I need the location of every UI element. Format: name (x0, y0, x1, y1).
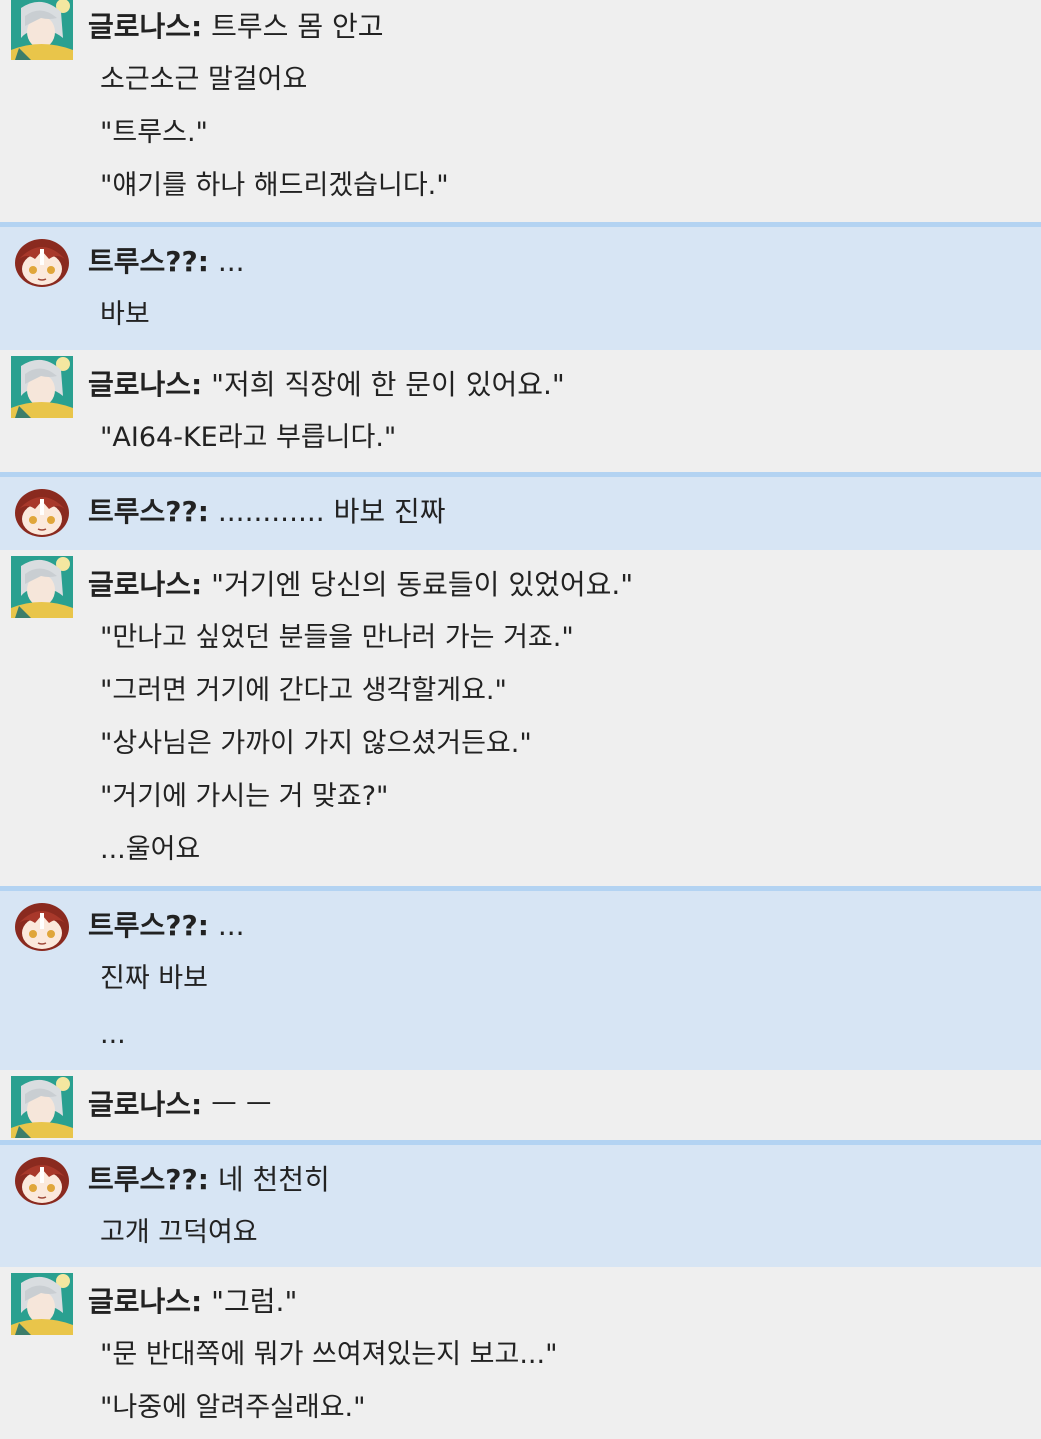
truth-avatar-icon (15, 1157, 69, 1205)
glonas-avatar-icon (11, 556, 73, 618)
speaker-name: 트루스?? (88, 1163, 198, 1196)
message-line: "AI64-KE라고 부릅니다." (100, 422, 397, 453)
message-line: 소근소근 말걸어요 (100, 64, 308, 95)
truth-avatar (13, 487, 71, 539)
speaker-colon: : (197, 245, 209, 278)
glonas-avatar-icon (11, 1076, 73, 1138)
message-glonas: 글로나스: "거기엔 당신의 동료들이 있었어요." "만나고 싶었던 분들을 … (0, 550, 1041, 886)
truth-avatar (13, 901, 71, 953)
speaker-name: 글로나스 (88, 368, 192, 401)
glonas-avatar (11, 556, 73, 618)
speaker-name: 글로나스 (88, 10, 192, 43)
truth-avatar-icon (15, 903, 69, 951)
speaker-colon: : (191, 1285, 203, 1318)
speaker-colon: : (191, 368, 203, 401)
message-line: "거기에 가시는 거 맞죠?" (100, 781, 389, 812)
glonas-avatar-icon (11, 0, 73, 60)
message-first-text: ............ 바보 진짜 (217, 495, 446, 528)
message-first-text: ... (217, 909, 245, 942)
message-line: "상사님은 가까이 가지 않으셨거든요." (100, 728, 532, 759)
glonas-avatar-icon (11, 1273, 73, 1335)
message-glonas: 글로나스: "그럼." "문 반대쪽에 뭐가 쓰여져있는지 보고..." "나중… (0, 1267, 1041, 1434)
glonas-avatar (11, 1273, 73, 1335)
speaker-colon: : (197, 909, 209, 942)
message-line: 진짜 바보 (100, 963, 208, 994)
speaker-colon: : (191, 1088, 203, 1121)
message-line: "트루스." (100, 117, 208, 148)
message-line: 바보 (100, 299, 150, 330)
message-line: "나중에 알려주실래요." (100, 1392, 366, 1423)
speaker-colon: : (197, 495, 209, 528)
message-truth: 트루스??: ... 바보 (0, 222, 1041, 350)
speaker-colon: : (197, 1163, 209, 1196)
message-line: "문 반대쪽에 뭐가 쓰여져있는지 보고..." (100, 1339, 558, 1370)
message-glonas: 글로나스: ㅡ ㅡ (0, 1070, 1041, 1140)
speaker-name: 글로나스 (88, 568, 192, 601)
message-header: 트루스??: ... (88, 235, 1021, 288)
message-first-text: 트루스 몸 안고 (211, 10, 384, 43)
glonas-avatar (11, 356, 73, 418)
speaker-name: 트루스?? (88, 245, 198, 278)
message-header: 트루스??: 네 천천히 (88, 1153, 1021, 1206)
message-header: 글로나스: "그럼." (88, 1275, 1021, 1328)
truth-avatar-icon (15, 489, 69, 537)
truth-avatar-icon (15, 239, 69, 287)
speaker-name: 글로나스 (88, 1088, 192, 1121)
speaker-name: 트루스?? (88, 909, 198, 942)
message-first-text: "거기엔 당신의 동료들이 있었어요." (211, 568, 634, 601)
message-header: 트루스??: ............ 바보 진짜 (88, 485, 1021, 538)
message-first-text: ㅡ ㅡ (211, 1088, 272, 1121)
message-first-text: "그럼." (211, 1285, 298, 1318)
message-truth: 트루스??: ............ 바보 진짜 (0, 472, 1041, 550)
message-line: ... (100, 1019, 126, 1050)
message-line: "얘기를 하나 해드리겠습니다." (100, 170, 449, 201)
speaker-name: 트루스?? (88, 495, 198, 528)
speaker-colon: : (191, 10, 203, 43)
message-glonas: 글로나스: 트루스 몸 안고 소근소근 말걸어요 "트루스." "얘기를 하나 … (0, 0, 1041, 222)
message-line: 고개 끄덕여요 (100, 1217, 258, 1248)
chat-log: 글로나스: 트루스 몸 안고 소근소근 말걸어요 "트루스." "얘기를 하나 … (0, 0, 1041, 1434)
message-line: ...울어요 (100, 834, 201, 865)
message-header: 글로나스: "저희 직장에 한 문이 있어요." (88, 358, 1021, 411)
message-header: 글로나스: "거기엔 당신의 동료들이 있었어요." (88, 558, 1021, 611)
message-truth: 트루스??: ... 진짜 바보 ... (0, 886, 1041, 1070)
message-first-text: "저희 직장에 한 문이 있어요." (211, 368, 565, 401)
glonas-avatar-icon (11, 356, 73, 418)
message-first-text: 네 천천히 (217, 1163, 330, 1196)
message-header: 글로나스: ㅡ ㅡ (88, 1078, 1021, 1131)
message-first-text: ... (217, 245, 245, 278)
truth-avatar (13, 1155, 71, 1207)
message-line: "그러면 거기에 간다고 생각할게요." (100, 675, 507, 706)
message-header: 글로나스: 트루스 몸 안고 (88, 0, 1021, 53)
message-header: 트루스??: ... (88, 899, 1021, 952)
speaker-name: 글로나스 (88, 1285, 192, 1318)
glonas-avatar (11, 0, 73, 60)
glonas-avatar (11, 1076, 73, 1138)
message-glonas: 글로나스: "저희 직장에 한 문이 있어요." "AI64-KE라고 부릅니다… (0, 350, 1041, 472)
message-line: "만나고 싶었던 분들을 만나러 가는 거죠." (100, 622, 574, 653)
message-truth: 트루스??: 네 천천히 고개 끄덕여요 (0, 1140, 1041, 1267)
speaker-colon: : (191, 568, 203, 601)
truth-avatar (13, 237, 71, 289)
